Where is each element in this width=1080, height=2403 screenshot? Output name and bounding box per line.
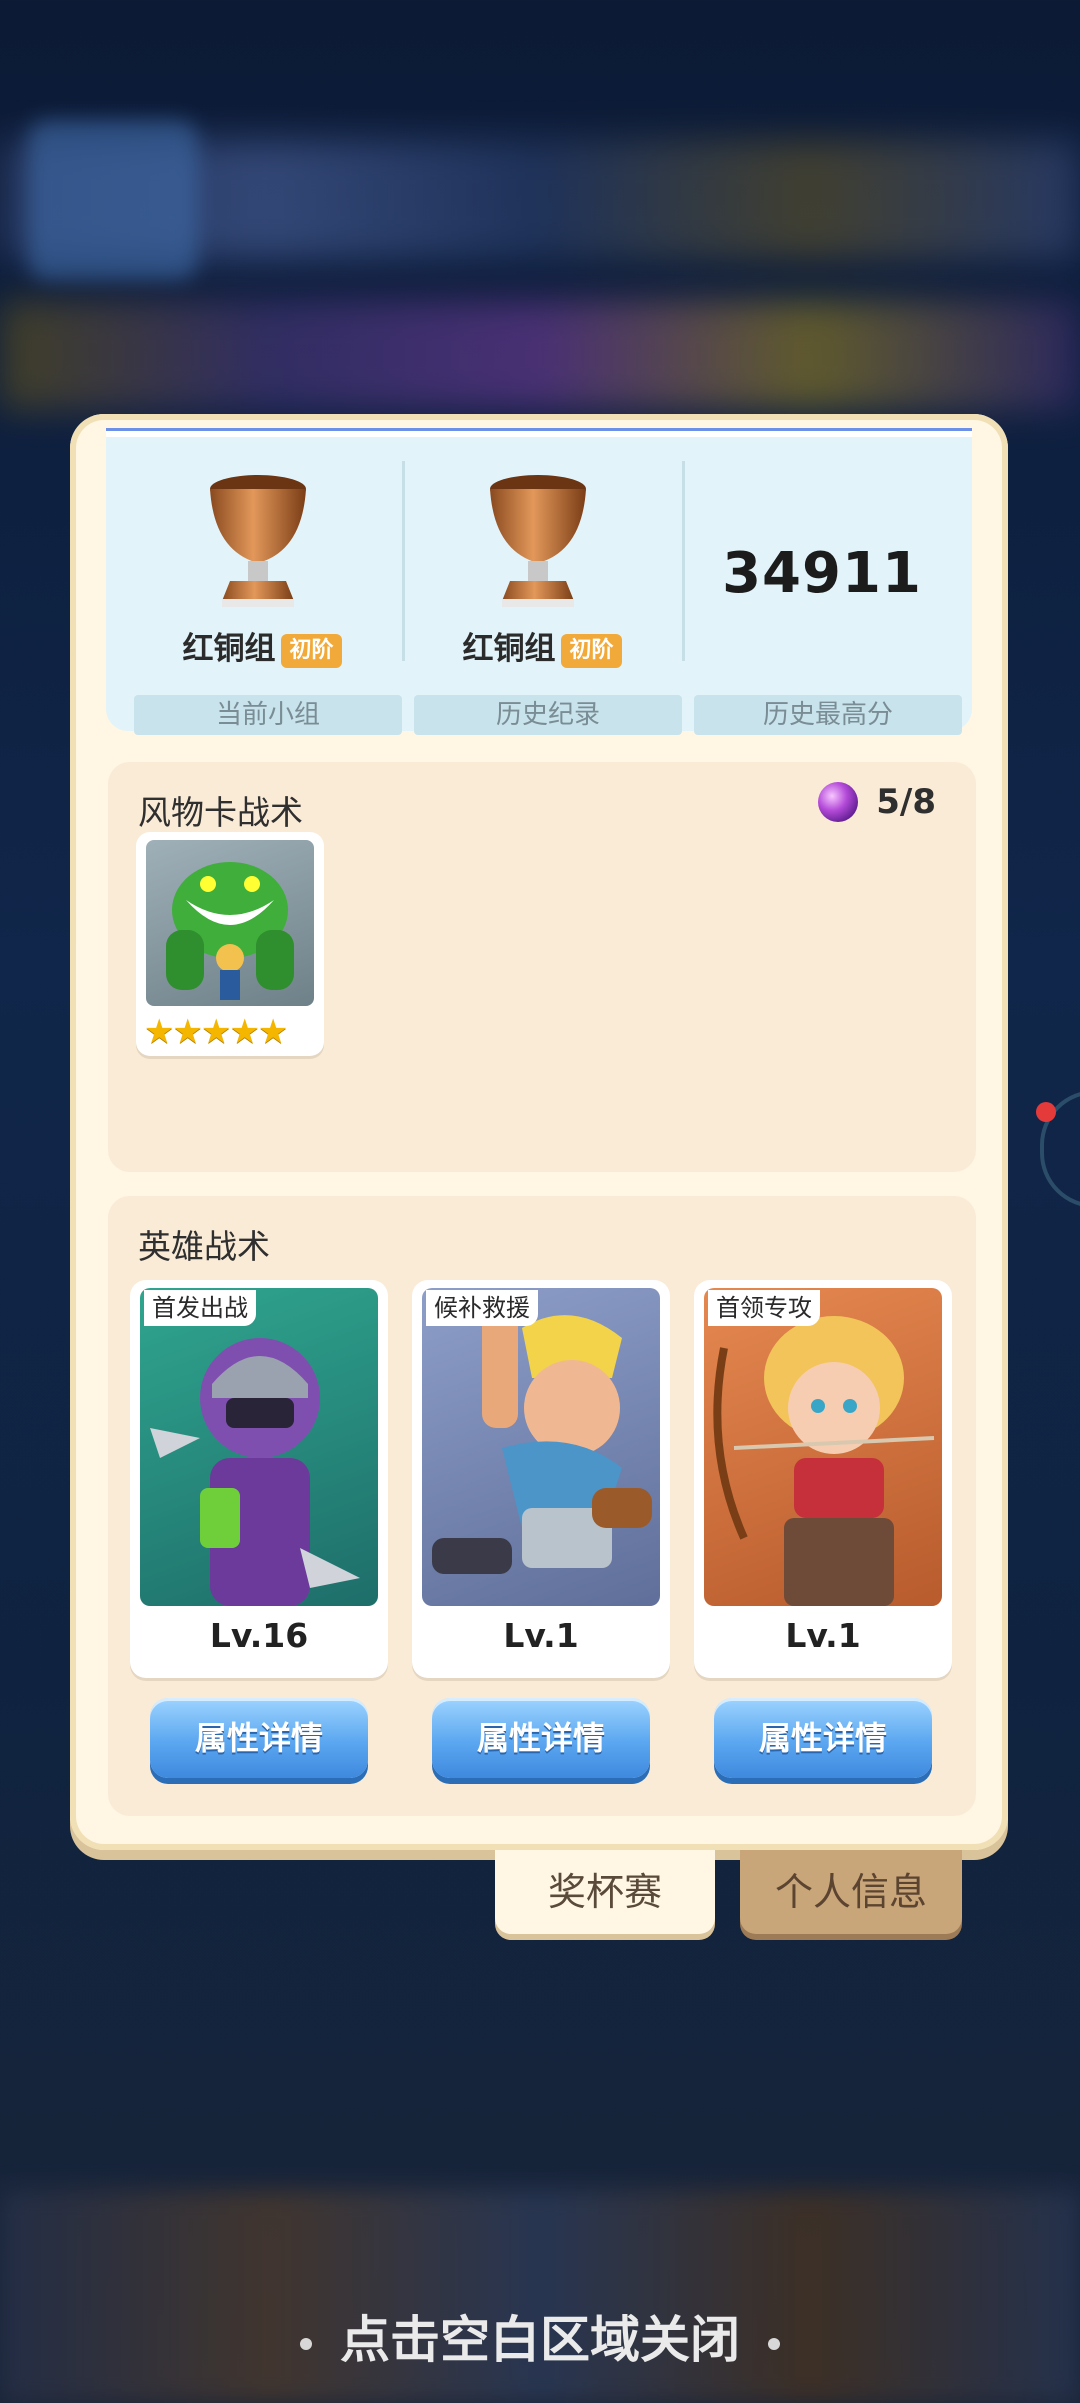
hero-archer-art xyxy=(704,1288,942,1606)
hero-role-tag: 首领专攻 xyxy=(708,1290,820,1326)
hero-role-tag: 候补救援 xyxy=(426,1290,538,1326)
card-item[interactable]: ★★★★★ xyxy=(136,832,324,1056)
hero-card-starter[interactable]: 首发出战 Lv.16 xyxy=(130,1280,388,1678)
bronze-trophy-icon xyxy=(210,475,306,607)
current-group-label: 当前小组 xyxy=(134,695,402,735)
tab-profile[interactable]: 个人信息 xyxy=(740,1850,962,1934)
best-score-value: 34911 xyxy=(722,541,922,606)
hero-role-tag: 首发出战 xyxy=(144,1290,256,1326)
purple-orb-icon xyxy=(818,782,858,822)
card-tactics-section: 风物卡战术 5/8 ★★★★★ xyxy=(108,762,976,1172)
card-tactics-title: 风物卡战术 xyxy=(138,793,303,832)
current-group: 红铜组 初阶 当前小组 xyxy=(122,451,402,735)
hero-ninja-art xyxy=(140,1288,378,1606)
hero-level: Lv.16 xyxy=(209,1616,309,1655)
tier-badge: 初阶 xyxy=(281,633,342,668)
card-count: 5/8 xyxy=(876,782,936,822)
background-banner xyxy=(0,300,1080,410)
monster-card-art xyxy=(146,840,314,1006)
hero-level: Lv.1 xyxy=(503,1616,579,1655)
profile-panel: 红铜组 初阶 当前小组 红铜组 初阶 历史纪录 34911 历史最高分 风物卡战… xyxy=(70,414,1008,1850)
history-record-label: 历史纪录 xyxy=(414,695,682,735)
attribute-details-button[interactable]: 属性详情 xyxy=(150,1698,368,1778)
hero-card-reserve[interactable]: 候补救援 Lv.1 xyxy=(412,1280,670,1678)
hero-tactics-section: 英雄战术 首发出战 Lv.16 候补救援 Lv.1 首领专攻 Lv.1 属性详情… xyxy=(108,1196,976,1816)
background-avatar xyxy=(28,120,198,280)
notification-dot xyxy=(1036,1102,1056,1122)
current-group-rank: 红铜组 初阶 xyxy=(122,623,402,668)
bullet-dot-icon xyxy=(300,2337,312,2350)
history-record-rank: 红铜组 初阶 xyxy=(402,623,682,668)
bullet-dot-icon xyxy=(768,2337,780,2350)
stats-box: 红铜组 初阶 当前小组 红铜组 初阶 历史纪录 34911 历史最高分 xyxy=(106,428,972,735)
close-hint[interactable]: 点击空白区域关闭 xyxy=(0,2300,1080,2372)
card-stars: ★★★★★ xyxy=(144,1012,288,1052)
bronze-trophy-icon xyxy=(490,475,586,607)
hero-level: Lv.1 xyxy=(785,1616,861,1655)
best-score-label: 历史最高分 xyxy=(694,695,962,735)
best-score: 34911 历史最高分 xyxy=(682,451,962,735)
history-record: 红铜组 初阶 历史纪录 xyxy=(402,451,682,735)
tier-badge: 初阶 xyxy=(561,633,622,668)
tab-trophy-match[interactable]: 奖杯赛 xyxy=(495,1850,715,1934)
attribute-details-button[interactable]: 属性详情 xyxy=(432,1698,650,1778)
hero-card-boss-attacker[interactable]: 首领专攻 Lv.1 xyxy=(694,1280,952,1678)
hero-brawler-art xyxy=(422,1288,660,1606)
hero-tactics-title: 英雄战术 xyxy=(138,1227,270,1266)
attribute-details-button[interactable]: 属性详情 xyxy=(714,1698,932,1778)
